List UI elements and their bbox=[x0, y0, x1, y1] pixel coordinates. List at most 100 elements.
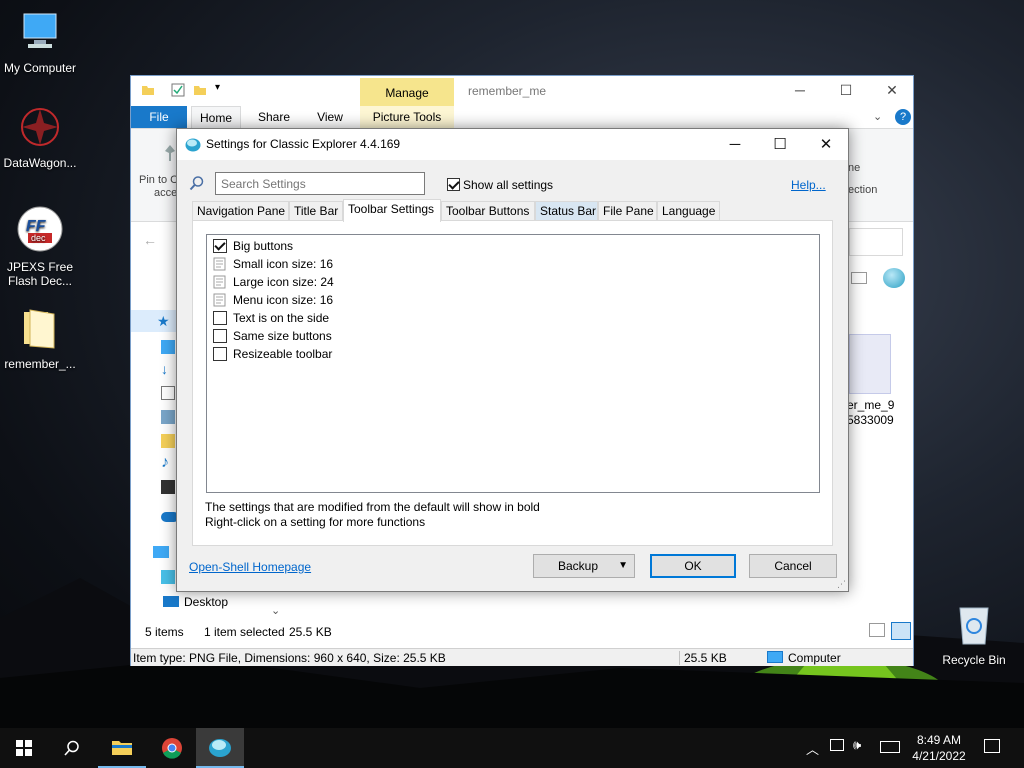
details-item-type: Item type: PNG File, Dimensions: 960 x 6… bbox=[133, 651, 446, 665]
address-bar-fragment[interactable] bbox=[849, 228, 903, 256]
dialog-close-button[interactable]: ✕ bbox=[803, 129, 849, 160]
text-on-side-checkbox[interactable] bbox=[213, 311, 227, 325]
tab-view[interactable]: View bbox=[305, 106, 355, 128]
downloads-icon[interactable]: ↓ bbox=[161, 362, 175, 376]
explorer-maximize-button[interactable]: ☐ bbox=[823, 76, 869, 104]
tab-manage[interactable]: Manage bbox=[360, 78, 454, 106]
desktop-icon-label: JPEXS Free Flash Dec... bbox=[6, 260, 74, 288]
this-pc-icon[interactable] bbox=[153, 546, 169, 558]
classic-explorer-taskbar-button[interactable] bbox=[196, 728, 244, 768]
search-taskbar-button[interactable] bbox=[48, 728, 96, 768]
ok-button[interactable]: OK bbox=[650, 554, 736, 578]
cancel-button[interactable]: Cancel bbox=[749, 554, 837, 578]
dialog-maximize-button[interactable]: ☐ bbox=[757, 129, 803, 160]
same-size-buttons-checkbox[interactable] bbox=[213, 329, 227, 343]
computer-icon bbox=[23, 13, 57, 48]
new-folder-icon[interactable] bbox=[193, 83, 207, 97]
keyboard-icon[interactable] bbox=[880, 741, 900, 753]
open-shell-homepage-link[interactable]: Open-Shell Homepage bbox=[189, 560, 311, 574]
desktop-icon-datawagon[interactable]: DataWagon... bbox=[0, 105, 80, 170]
desktop-nav-icon bbox=[163, 596, 179, 607]
tab-title-bar[interactable]: Title Bar bbox=[289, 201, 343, 221]
pictures-icon[interactable] bbox=[161, 410, 175, 424]
status-selected-count: 1 item selected bbox=[204, 625, 285, 639]
quick-access-row[interactable] bbox=[131, 310, 179, 332]
sidebar-item-desktop[interactable]: Desktop bbox=[184, 595, 228, 609]
show-all-settings-checkbox[interactable] bbox=[447, 178, 460, 191]
3d-objects-icon[interactable] bbox=[161, 570, 175, 584]
ribbon-expand-icon[interactable]: ⌄ bbox=[873, 110, 882, 123]
explorer-window-title: remember_me bbox=[468, 84, 547, 98]
backup-button[interactable]: Backup ▼ bbox=[533, 554, 635, 578]
show-hidden-icons-icon[interactable]: ︿ bbox=[806, 739, 819, 758]
qat-dropdown-icon[interactable]: ▾ bbox=[215, 82, 220, 93]
taskbar-clock[interactable]: 8:49 AM 4/21/2022 bbox=[906, 732, 972, 764]
navigation-pane: ★ ↓ ♪ bbox=[131, 306, 179, 626]
folder-icon-small[interactable] bbox=[161, 434, 175, 448]
explorer-close-button[interactable]: ✕ bbox=[869, 76, 915, 104]
toolbar-settings-panel: Big buttons Small icon size: 16 Large ic… bbox=[192, 220, 833, 546]
large-icons-view-icon[interactable] bbox=[891, 622, 911, 640]
file-thumbnail[interactable] bbox=[849, 334, 891, 394]
volume-icon[interactable]: 🕪 bbox=[853, 737, 861, 753]
desktop-icon-label: Recycle Bin bbox=[942, 653, 1006, 667]
setting-label: Small icon size: 16 bbox=[233, 257, 334, 271]
desktop-icon-recycle-bin[interactable]: Recycle Bin bbox=[934, 600, 1014, 667]
desktop-icon-jpexs[interactable]: FF dec JPEXS Free Flash Dec... bbox=[0, 205, 80, 288]
settings-dialog[interactable]: Settings for Classic Explorer 4.4.169 ─ … bbox=[176, 128, 849, 592]
big-buttons-checkbox[interactable] bbox=[213, 239, 227, 253]
dialog-title-bar[interactable]: Settings for Classic Explorer 4.4.169 ─ … bbox=[177, 129, 848, 160]
classic-shell-icon bbox=[209, 739, 231, 757]
videos-icon[interactable] bbox=[161, 480, 175, 494]
setting-label: Resizeable toolbar bbox=[233, 347, 333, 361]
tab-toolbar-buttons[interactable]: Toolbar Buttons bbox=[441, 201, 535, 221]
setting-label: Big buttons bbox=[233, 239, 294, 253]
value-setting-icon bbox=[213, 293, 226, 307]
tab-file-pane[interactable]: File Pane bbox=[598, 201, 657, 221]
settings-list[interactable]: Big buttons Small icon size: 16 Large ic… bbox=[206, 234, 820, 493]
back-arrow-icon[interactable]: ← bbox=[143, 232, 157, 248]
tab-file[interactable]: File bbox=[131, 106, 187, 128]
chrome-taskbar-button[interactable] bbox=[148, 728, 196, 768]
resizeable-toolbar-checkbox[interactable] bbox=[213, 347, 227, 361]
music-icon[interactable]: ♪ bbox=[161, 455, 175, 471]
details-view-icon[interactable] bbox=[869, 623, 885, 637]
ribbon-ne-label: ne bbox=[848, 162, 861, 174]
ribbon-tabs: File Home Share View Picture Tools ⌄ ? bbox=[131, 106, 913, 128]
settings-tabs: Navigation Pane Title Bar Toolbar Settin… bbox=[192, 199, 832, 222]
resize-grip-icon[interactable]: ⋰ bbox=[837, 579, 846, 590]
help-icon[interactable]: ? bbox=[895, 109, 911, 125]
view-icon[interactable] bbox=[851, 272, 867, 284]
notifications-icon[interactable] bbox=[984, 739, 1000, 753]
network-icon[interactable] bbox=[830, 739, 844, 751]
scroll-down-icon[interactable]: ⌄ bbox=[271, 604, 280, 617]
chrome-icon bbox=[162, 738, 182, 759]
documents-icon[interactable] bbox=[161, 386, 175, 400]
info-modified-bold: The settings that are modified from the … bbox=[205, 500, 540, 514]
dialog-minimize-button[interactable]: ─ bbox=[712, 129, 758, 160]
tab-picture-tools[interactable]: Picture Tools bbox=[360, 106, 454, 128]
desktop-icon-remember[interactable]: remember_... bbox=[0, 306, 80, 371]
help-link[interactable]: Help... bbox=[791, 178, 826, 192]
ribbon-pin-label[interactable]: Pin to C bbox=[139, 174, 178, 186]
explorer-minimize-button[interactable]: ─ bbox=[777, 76, 823, 104]
star-icon: ★ bbox=[157, 313, 170, 329]
classic-shell-icon[interactable] bbox=[883, 268, 905, 288]
search-settings-input[interactable] bbox=[215, 172, 425, 195]
desktop-icon-small[interactable] bbox=[161, 340, 175, 354]
classic-status-bar: Item type: PNG File, Dimensions: 960 x 6… bbox=[131, 648, 913, 666]
monitor-icon bbox=[767, 651, 783, 663]
tab-navigation-pane[interactable]: Navigation Pane bbox=[192, 201, 289, 221]
start-button[interactable] bbox=[0, 728, 48, 768]
show-all-settings-label[interactable]: Show all settings bbox=[463, 178, 553, 192]
desktop-icon-my-computer[interactable]: My Computer bbox=[0, 10, 80, 75]
file-explorer-taskbar-button[interactable] bbox=[98, 728, 146, 768]
tab-language[interactable]: Language bbox=[657, 201, 720, 221]
folder-icon bbox=[112, 741, 132, 755]
tab-toolbar-settings[interactable]: Toolbar Settings bbox=[343, 199, 441, 222]
taskbar: ︿ 🕪 8:49 AM 4/21/2022 bbox=[0, 728, 1024, 768]
properties-check-icon[interactable] bbox=[171, 83, 185, 97]
tab-status-bar[interactable]: Status Bar bbox=[535, 201, 598, 221]
tab-share[interactable]: Share bbox=[249, 106, 299, 128]
tab-home[interactable]: Home bbox=[191, 106, 241, 128]
